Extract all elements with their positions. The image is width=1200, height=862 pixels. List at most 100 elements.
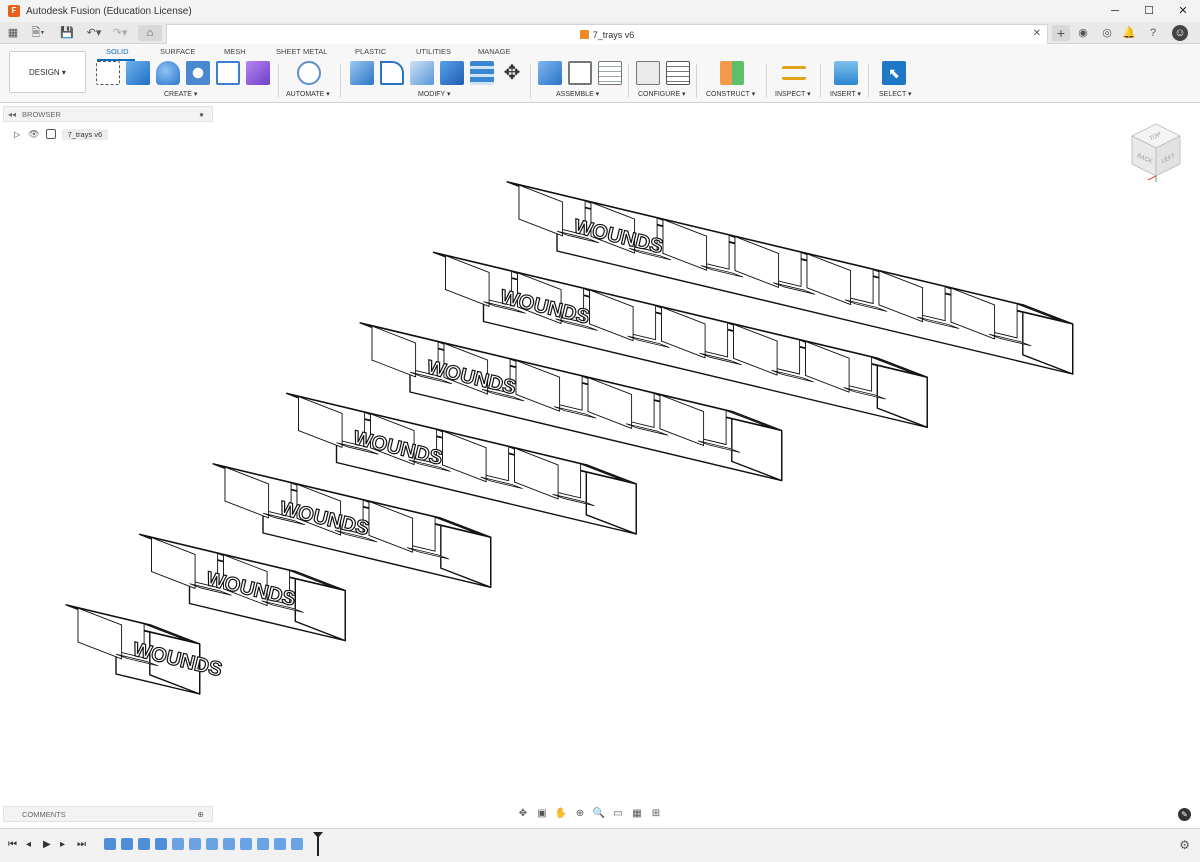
notifications-icon[interactable]: 🔔 (1122, 25, 1136, 41)
close-window-button[interactable]: ✕ (1166, 0, 1200, 22)
select-icon[interactable]: ⬉ (882, 61, 906, 85)
home-icon[interactable]: ⌂ (138, 25, 162, 41)
tab-utilities[interactable]: UTILITIES (416, 47, 451, 56)
feedback-icon[interactable]: ✎ (1178, 808, 1191, 821)
configure-icon[interactable] (636, 61, 660, 85)
automate-icon[interactable] (297, 61, 321, 85)
user-avatar[interactable]: ☺ (1172, 25, 1188, 41)
timeline-feature-icon[interactable] (240, 838, 252, 850)
press-pull-icon[interactable] (350, 61, 374, 85)
comments-panel-header[interactable]: COMMENTS ⊕ (3, 806, 213, 822)
document-tab[interactable]: 7_trays v6 ✕ (166, 24, 1048, 44)
automate-group-label[interactable]: AUTOMATE ▾ (286, 90, 330, 98)
toolbar-separator (820, 64, 821, 98)
step-back-icon[interactable]: ◂ (26, 839, 31, 850)
app-grid-icon[interactable]: ▦ (6, 25, 20, 41)
undo-icon[interactable]: ↶▾ (84, 25, 104, 41)
tab-surface[interactable]: SURFACE (160, 47, 195, 56)
look-at-icon[interactable]: ▣ (535, 807, 549, 821)
extensions-icon[interactable]: ◉ (1076, 25, 1090, 41)
construct-group-label[interactable]: CONSTRUCT ▾ (706, 90, 755, 98)
split-body-icon[interactable] (470, 61, 494, 85)
save-icon[interactable]: 💾 (60, 25, 74, 41)
timeline-feature-icon[interactable] (257, 838, 269, 850)
assemble-group-label[interactable]: ASSEMBLE ▾ (556, 90, 599, 98)
zoom-window-icon[interactable]: ⊕ (573, 807, 587, 821)
step-forward-icon[interactable]: ▸ (60, 839, 65, 850)
toolbar-separator (340, 64, 341, 98)
configuration-table-icon[interactable] (666, 61, 690, 85)
timeline-settings-icon[interactable]: ⚙ (1179, 838, 1190, 852)
select-group-label[interactable]: SELECT ▾ (879, 90, 912, 98)
tab-solid[interactable]: SOLID (106, 47, 129, 56)
offset-plane-icon[interactable] (720, 61, 744, 85)
viewcube[interactable]: TOP BACK LEFT (1126, 118, 1186, 184)
window-title: Autodesk Fusion (Education License) (26, 5, 192, 17)
timeline-feature-icon[interactable] (206, 838, 218, 850)
go-to-start-icon[interactable]: ⏮ (8, 839, 17, 850)
toolbar-separator (278, 64, 279, 98)
timeline-feature-icon[interactable] (291, 838, 303, 850)
job-status-icon[interactable]: ◎ (1100, 25, 1114, 41)
timeline-feature-icon[interactable] (172, 838, 184, 850)
timeline-feature-icon[interactable] (223, 838, 235, 850)
extrude-icon[interactable] (126, 61, 150, 85)
workspace-switcher-button[interactable]: DESIGN ▾ (9, 51, 86, 93)
play-icon[interactable]: ▶ (43, 839, 51, 850)
display-settings-icon[interactable]: ▭ (611, 807, 625, 821)
tray-body[interactable]: WOUNDS (138, 533, 346, 642)
toolbar-separator (868, 64, 869, 98)
file-menu-icon[interactable]: 🗎▾ (28, 25, 48, 41)
inspect-group-label[interactable]: INSPECT ▾ (775, 90, 811, 98)
insert-group-label[interactable]: INSERT ▾ (830, 90, 861, 98)
create-group-label[interactable]: CREATE ▾ (164, 90, 197, 98)
pan-icon[interactable]: ✋ (554, 807, 568, 821)
close-tab-icon[interactable]: ✕ (1033, 28, 1041, 39)
tab-manage[interactable]: MANAGE (478, 47, 511, 56)
move-copy-icon[interactable]: ✥ (500, 61, 524, 85)
new-component-icon[interactable] (538, 61, 562, 85)
grid-settings-icon[interactable]: ▦ (630, 807, 644, 821)
orbit-icon[interactable]: ✥ (516, 807, 530, 821)
timeline-feature-icon[interactable] (189, 838, 201, 850)
revolve-icon[interactable] (156, 61, 180, 85)
measure-icon[interactable] (782, 66, 806, 80)
bill-of-materials-icon[interactable] (598, 61, 622, 85)
go-to-end-icon[interactable]: ⏭ (77, 839, 86, 850)
modify-group-label[interactable]: MODIFY ▾ (418, 90, 451, 98)
joint-icon[interactable] (568, 61, 592, 85)
document-tab-title: 7_trays v6 (592, 29, 635, 40)
tab-mesh[interactable]: MESH (224, 47, 246, 56)
comments-title: COMMENTS (22, 809, 66, 819)
create-form-icon[interactable] (246, 61, 270, 85)
tab-sheet-metal[interactable]: SHEET METAL (276, 47, 327, 56)
toolbar-separator (696, 64, 697, 98)
tray-body[interactable]: WOUNDS (65, 604, 225, 695)
tab-plastic[interactable]: PLASTIC (355, 47, 386, 56)
new-tab-icon[interactable]: + (1052, 25, 1070, 41)
timeline-feature-icon[interactable] (138, 838, 150, 850)
help-icon[interactable]: ? (1146, 25, 1160, 41)
configure-group-label[interactable]: CONFIGURE ▾ (638, 90, 685, 98)
document-tab-bar: ▦ 🗎▾ 💾 ↶▾ ↷▾ ⌂ 7_trays v6 ✕ + ◉ ◎ 🔔 ? ☺ (0, 22, 1200, 44)
shell-icon[interactable] (410, 61, 434, 85)
fillet-icon[interactable] (380, 61, 404, 85)
minimize-button[interactable]: ─ (1098, 0, 1132, 22)
zoom-icon[interactable]: 🔍 (592, 807, 606, 821)
timeline-feature-icon[interactable] (155, 838, 167, 850)
pattern-icon[interactable] (216, 61, 240, 85)
viewports-icon[interactable]: ⊞ (649, 807, 663, 821)
timeline-feature-icon[interactable] (274, 838, 286, 850)
insert-image-icon[interactable] (834, 61, 858, 85)
maximize-button[interactable]: ☐ (1132, 0, 1166, 22)
timeline-feature-icon[interactable] (121, 838, 133, 850)
component-cube-icon (579, 30, 589, 39)
hole-icon[interactable] (186, 61, 210, 85)
combine-icon[interactable] (440, 61, 464, 85)
timeline-marker[interactable] (317, 834, 319, 856)
redo-icon[interactable]: ↷▾ (110, 25, 130, 41)
create-sketch-icon[interactable] (96, 61, 120, 85)
timeline-feature-icon[interactable] (104, 838, 116, 850)
canvas-viewport[interactable]: WOUNDSWOUNDSWOUNDSWOUNDSWOUNDSWOUNDSWOUN… (0, 103, 1200, 803)
add-comment-icon[interactable]: ⊕ (197, 810, 204, 819)
